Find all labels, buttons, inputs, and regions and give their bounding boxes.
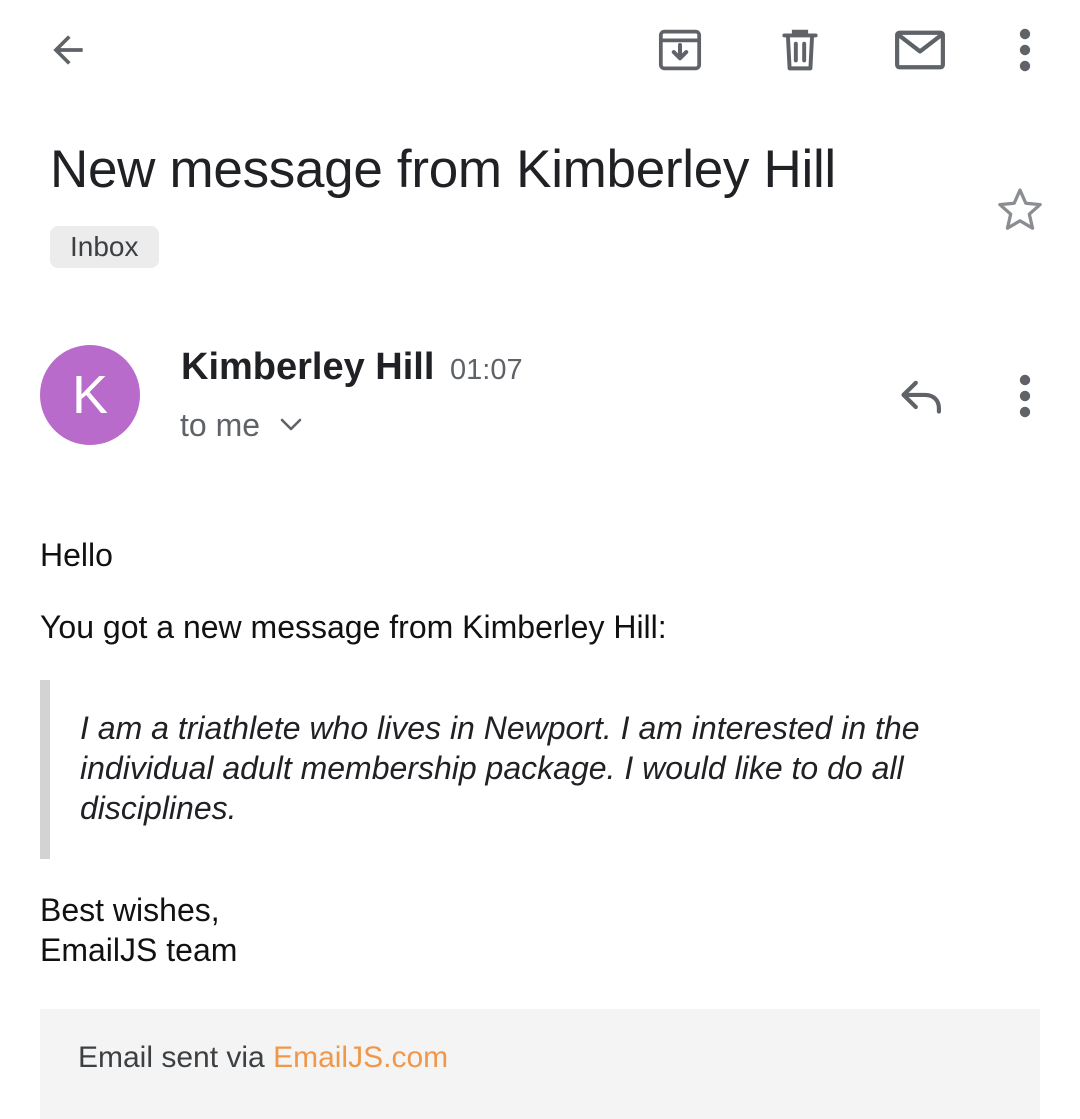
more-vert-icon (1019, 28, 1031, 72)
delete-icon (782, 29, 818, 71)
more-options-button[interactable] (994, 16, 1056, 84)
reply-button[interactable] (888, 364, 954, 430)
avatar[interactable]: K (40, 345, 140, 445)
email-subject: New message from Kimberley Hill (50, 140, 836, 199)
mail-icon (895, 30, 945, 70)
star-button[interactable] (988, 178, 1052, 242)
signoff-team: EmailJS team (40, 932, 238, 968)
mark-unread-button[interactable] (886, 16, 954, 84)
label-chip-inbox[interactable]: Inbox (50, 226, 159, 268)
recipient-label: to me (180, 407, 261, 443)
signoff-line: Best wishes, (40, 892, 220, 928)
blockquote-bar (40, 680, 50, 859)
reply-icon (901, 380, 941, 414)
arrow-back-icon (53, 35, 83, 65)
footer-text: Email sent via EmailJS.com (78, 1038, 448, 1078)
recipient-details-toggle[interactable]: to me (180, 404, 304, 446)
email-timestamp: 01:07 (450, 354, 523, 386)
chevron-down-icon (280, 418, 302, 431)
footer-prefix: Email sent via (78, 1041, 274, 1074)
delete-button[interactable] (766, 16, 834, 84)
body-greeting: Hello (40, 537, 113, 573)
emailjs-link[interactable]: EmailJS.com (273, 1041, 448, 1074)
body-intro: You got a new message from Kimberley Hil… (40, 609, 667, 645)
message-more-options-button[interactable] (994, 362, 1056, 430)
star-outline-icon (998, 188, 1042, 230)
back-button[interactable] (34, 16, 102, 84)
sender-name: Kimberley Hill (181, 346, 435, 388)
more-vert-icon (1019, 374, 1031, 418)
archive-button[interactable] (646, 16, 714, 84)
archive-icon (658, 29, 702, 71)
blockquote-message: I am a triathlete who lives in Newport. … (80, 710, 920, 826)
